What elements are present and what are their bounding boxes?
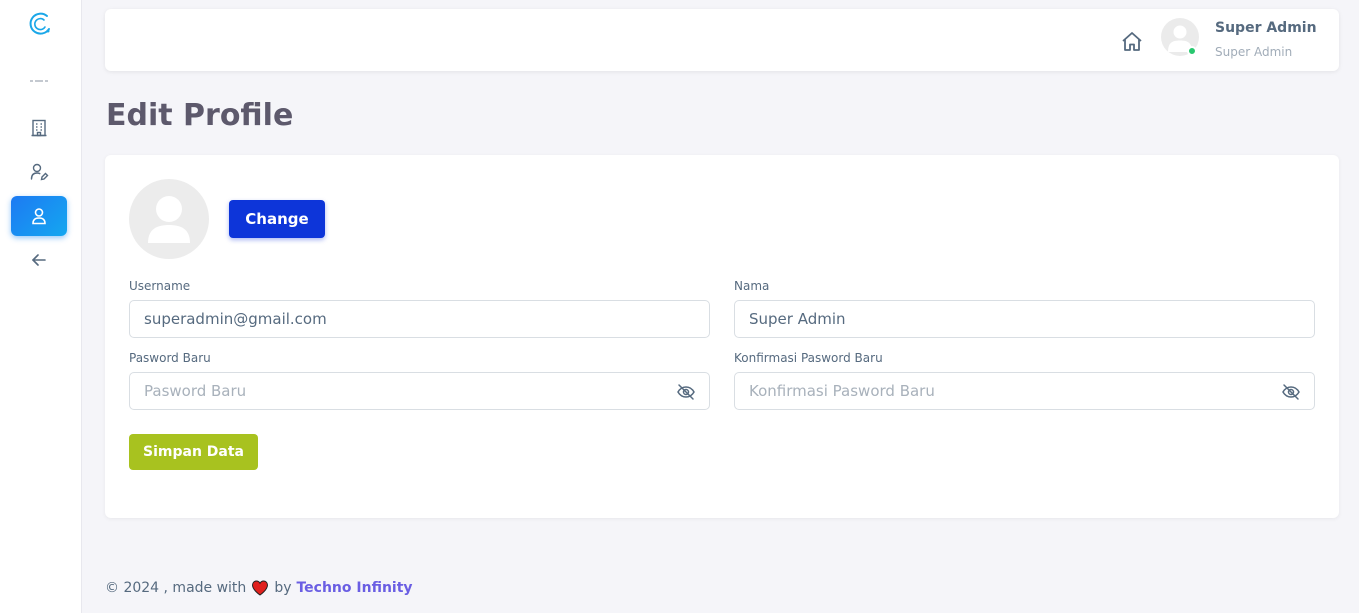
building-icon [31,119,47,137]
username-label: Username [129,279,191,293]
sidebar-item-company[interactable] [11,108,67,148]
sidebar-item-profile[interactable] [11,196,67,236]
user-edit-icon [30,163,49,181]
profile-card: Change Username Nama Pasword Baru Konfir… [105,155,1339,518]
sidebar-item-user-management[interactable] [11,152,67,192]
page-title: Edit Profile [106,98,294,133]
user-name: Super Admin [1215,20,1317,36]
username-input[interactable] [130,301,709,337]
online-status-indicator [1187,46,1197,56]
sidebar-item-back[interactable] [11,240,67,280]
eye-off-icon[interactable] [1281,382,1301,402]
nama-field-wrapper [734,300,1315,338]
user-icon [32,208,46,225]
nama-input[interactable] [735,301,1314,337]
footer-copyright: © 2024 , made with [105,580,247,596]
eye-off-icon[interactable] [676,382,696,402]
confirm-password-label: Konfirmasi Pasword Baru [734,351,883,365]
profile-photo [129,179,209,259]
profile-placeholder-icon [148,196,190,243]
arrow-left-icon [32,254,46,266]
username-field-wrapper [129,300,710,338]
change-photo-button[interactable]: Change [229,200,325,238]
sidebar-divider [30,80,48,82]
company-link[interactable]: Techno Infinity [296,580,412,596]
heart-icon [252,580,269,596]
user-role: Super Admin [1215,45,1293,59]
password-input[interactable] [130,373,709,409]
confirm-password-input[interactable] [735,373,1314,409]
footer: © 2024 , made with by Techno Infinity [105,580,413,596]
sidebar [0,0,82,613]
footer-by: by [274,580,292,596]
nama-label: Nama [734,279,770,293]
top-navbar: Super Admin Super Admin [105,9,1339,71]
confirm-password-field-wrapper [734,372,1315,410]
app-logo-icon[interactable] [27,11,53,37]
home-icon[interactable] [1120,30,1144,54]
password-label: Pasword Baru [129,351,211,365]
save-data-button[interactable]: Simpan Data [129,434,258,470]
password-field-wrapper [129,372,710,410]
